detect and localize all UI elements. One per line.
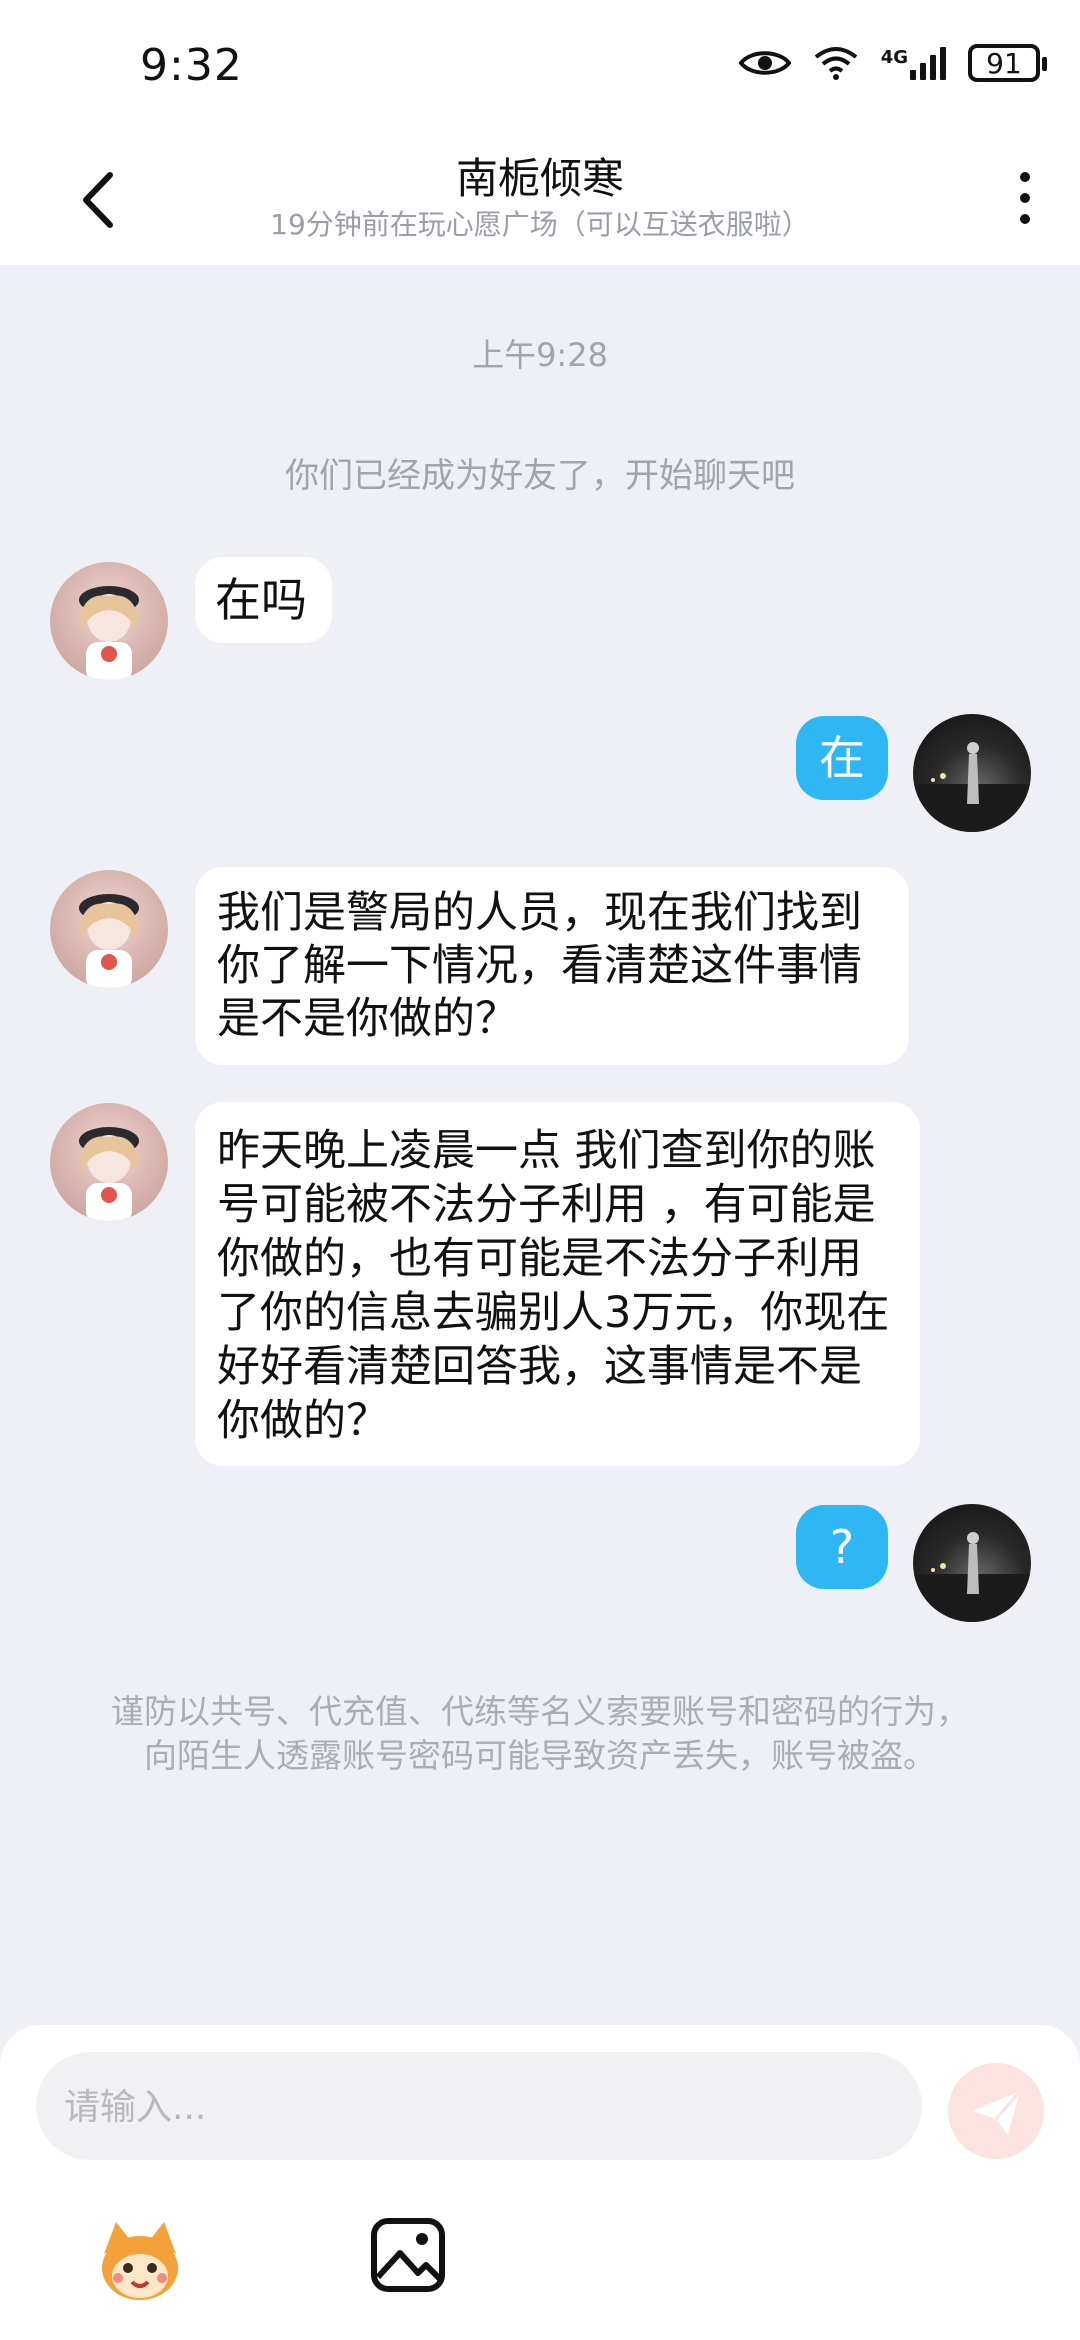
contact-status: 19分钟前在玩心愿广场（可以互送衣服啦） xyxy=(270,208,810,241)
chat-timestamp: 上午9:28 xyxy=(472,336,608,374)
my-avatar[interactable] xyxy=(913,1504,1031,1622)
image-icon xyxy=(371,2218,445,2292)
signal-bars-icon xyxy=(910,46,946,80)
wifi-icon xyxy=(814,47,857,80)
avatar-photo xyxy=(913,742,1031,832)
eye-icon xyxy=(738,51,791,75)
contact-name[interactable]: 南栀倾寒 xyxy=(0,145,1080,206)
avatar-photo xyxy=(913,1532,1031,1622)
paper-plane-icon xyxy=(972,2090,1022,2135)
message-bubble-incoming[interactable]: 我们是警局的人员，现在我们找到你了解一下情况，看清楚这件事情是不是你做的？ xyxy=(195,867,909,1065)
status-time: 9:32 xyxy=(140,40,243,91)
message-bubble-incoming[interactable]: 在吗 xyxy=(195,557,332,643)
send-button[interactable] xyxy=(948,2063,1044,2159)
emoji-mascot-icon xyxy=(102,2222,178,2300)
message-bubble-outgoing[interactable]: 在 xyxy=(796,716,888,800)
battery-level: 91 xyxy=(986,46,1022,80)
image-button[interactable] xyxy=(368,2215,448,2295)
input-container xyxy=(36,2052,922,2162)
system-message: 你们已经成为好友了，开始聊天吧 xyxy=(285,456,795,496)
avatar-illustration xyxy=(79,894,139,988)
my-avatar[interactable] xyxy=(913,714,1031,832)
message-bubble-incoming[interactable]: 昨天晚上凌晨一点 我们查到你的账号可能被不法分子利用 ，有可能是你做的，也有可能… xyxy=(195,1102,920,1466)
avatar-illustration xyxy=(79,586,139,680)
cellular-signal: 4G xyxy=(881,46,946,80)
battery-icon: 91 xyxy=(968,44,1047,82)
message-input[interactable] xyxy=(62,2052,896,2162)
avatar-illustration xyxy=(79,1127,139,1221)
network-type: 4G xyxy=(880,47,908,68)
chat-header: 南栀倾寒 19分钟前在玩心愿广场（可以互送衣服啦） xyxy=(0,135,1080,265)
more-options-button[interactable] xyxy=(1010,165,1040,235)
status-bar: 9:32 4G 91 xyxy=(0,0,1080,135)
emoji-button[interactable] xyxy=(90,2210,190,2310)
status-icons: 4G 91 xyxy=(738,44,1047,82)
contact-avatar[interactable] xyxy=(50,870,168,988)
message-bubble-outgoing[interactable]: ? xyxy=(796,1505,888,1589)
security-warning: 谨防以共号、代充值、代练等名义索要账号和密码的行为，向陌生人透露账号密码可能导致… xyxy=(111,1692,969,1775)
contact-avatar[interactable] xyxy=(50,562,168,680)
input-panel xyxy=(0,2025,1080,2340)
contact-avatar[interactable] xyxy=(50,1103,168,1221)
